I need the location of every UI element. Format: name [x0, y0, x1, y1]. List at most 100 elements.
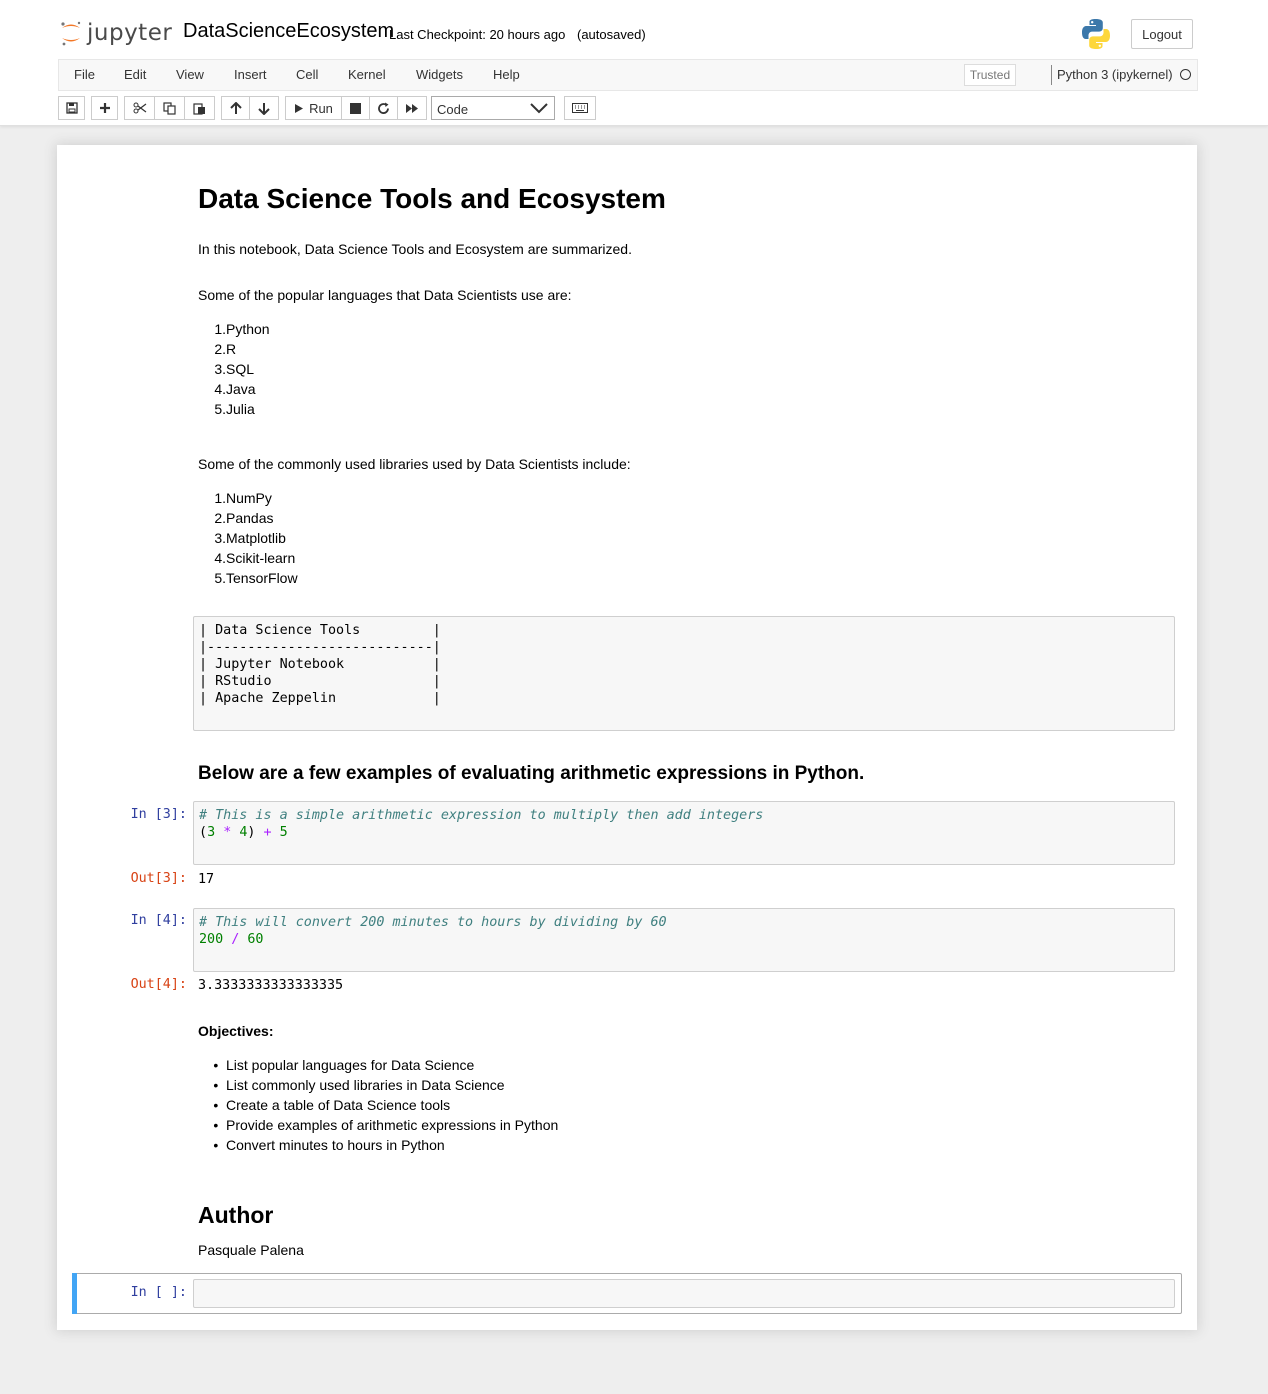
jupyter-logo-icon: [61, 21, 81, 46]
libraries-list: 1. NumPy 2. Pandas 3. Matplotlib 4. Scik…: [198, 488, 298, 588]
arith-heading: Below are a few examples of evaluating a…: [198, 763, 865, 784]
insert-cell-button[interactable]: [91, 96, 118, 120]
languages-list: 1. Python 2. R 3. SQL 4. Java 5. Julia: [198, 319, 270, 419]
copy-button[interactable]: [154, 96, 185, 120]
code-comment: # This is a simple arithmetic expression…: [199, 808, 764, 823]
markdown-cell-title[interactable]: Data Science Tools and Ecosystem: [198, 183, 666, 215]
notebook-container: Data Science Tools and Ecosystem In this…: [57, 145, 1197, 1330]
list-item: 4. Scikit-learn: [214, 550, 296, 566]
list-item: • Create a table of Data Science tools: [213, 1097, 451, 1113]
output-prompt: Out[4]:: [130, 977, 187, 992]
menu-insert[interactable]: Insert: [234, 67, 267, 82]
paste-button[interactable]: [184, 96, 215, 120]
autosave-status: (autosaved): [577, 27, 646, 42]
list-item: 2. R: [214, 341, 237, 357]
menu-file[interactable]: File: [74, 67, 95, 82]
plus-icon: [99, 103, 110, 113]
list-item: • Provide examples of arithmetic express…: [213, 1117, 559, 1133]
languages-intro: Some of the popular languages that Data …: [198, 287, 572, 303]
intro-text: In this notebook, Data Science Tools and…: [198, 241, 632, 257]
save-button[interactable]: [58, 96, 85, 120]
menu-bar: File Edit View Insert Cell Kernel Widget…: [58, 59, 1198, 91]
stop-icon: [350, 102, 361, 114]
command-palette-button[interactable]: [564, 96, 596, 120]
markdown-cell-author[interactable]: Author: [198, 1202, 273, 1229]
table-line: | Data Science Tools |: [199, 623, 441, 638]
move-down-button[interactable]: [249, 96, 279, 120]
author-heading: Author: [198, 1202, 274, 1228]
libraries-intro: Some of the commonly used libraries used…: [198, 456, 631, 472]
kernel-name[interactable]: Python 3 (ipykernel): [1057, 67, 1173, 82]
checkpoint-status: Last Checkpoint: 20 hours ago: [389, 27, 566, 42]
code-cell-input[interactable]: # This will convert 200 minutes to hours…: [193, 908, 1175, 972]
list-item: • Convert minutes to hours in Python: [213, 1137, 445, 1153]
keyboard-icon: [572, 103, 588, 113]
list-item: • List popular languages for Data Scienc…: [213, 1057, 475, 1073]
menu-edit[interactable]: Edit: [124, 67, 146, 82]
kernel-divider: [1051, 65, 1052, 85]
kernel-idle-icon: [1180, 69, 1191, 80]
code-cell-input[interactable]: # This is a simple arithmetic expression…: [193, 801, 1175, 865]
move-up-button[interactable]: [221, 96, 250, 120]
list-item: 3. SQL: [214, 361, 255, 377]
python-logo-icon: [1082, 19, 1110, 49]
code-comment: # This will convert 200 minutes to hours…: [199, 915, 667, 930]
jupyter-logo[interactable]: jupyter: [60, 17, 172, 49]
list-item: 2. Pandas: [214, 510, 274, 526]
cell-output: 3.3333333333333335: [198, 978, 344, 993]
code-expression: (3 * 4) + 5: [199, 825, 288, 840]
fast-forward-icon: [406, 103, 418, 113]
empty-code-input[interactable]: [193, 1279, 1175, 1308]
menu-kernel[interactable]: Kernel: [348, 67, 386, 82]
list-item: 1. Python: [214, 321, 270, 337]
menu-view[interactable]: View: [176, 67, 204, 82]
input-prompt: In [4]:: [130, 913, 187, 928]
table-line: | Jupyter Notebook |: [199, 657, 441, 672]
list-item: 5. TensorFlow: [214, 570, 298, 586]
input-prompt: In [ ]:: [130, 1285, 187, 1300]
restart-run-all-button[interactable]: [397, 96, 427, 120]
interrupt-button[interactable]: [341, 96, 370, 120]
markdown-cell-arith[interactable]: Below are a few examples of evaluating a…: [198, 763, 864, 785]
cell-type-value: Code: [437, 102, 469, 117]
copy-icon: [163, 101, 176, 115]
page-title: Data Science Tools and Ecosystem: [198, 183, 666, 214]
arrow-up-icon: [229, 101, 242, 114]
chevron-down-icon: [530, 103, 548, 114]
list-item: 5. Julia: [214, 401, 255, 417]
scissors-icon: [133, 102, 146, 114]
logout-button[interactable]: Logout: [1131, 19, 1193, 49]
table-line: | RStudio |: [199, 674, 441, 689]
arrow-down-icon: [258, 102, 270, 115]
output-prompt: Out[3]:: [130, 871, 187, 886]
paste-icon: [193, 102, 205, 115]
run-label: Run: [309, 100, 333, 116]
cell-output: 17: [198, 872, 215, 887]
restart-icon: [378, 102, 389, 114]
menu-widgets[interactable]: Widgets: [416, 67, 463, 82]
list-item: 3. Matplotlib: [214, 530, 286, 546]
play-icon: [295, 103, 304, 113]
notebook-name[interactable]: DataScienceEcosystem: [183, 20, 394, 43]
list-item: 1. NumPy: [214, 490, 272, 506]
cell-type-select[interactable]: Code: [431, 96, 555, 120]
list-item: • List commonly used libraries in Data S…: [213, 1077, 505, 1093]
restart-button[interactable]: [369, 96, 398, 120]
cut-button[interactable]: [124, 96, 155, 120]
table-line: | Apache Zeppelin |: [199, 691, 441, 706]
menu-cell[interactable]: Cell: [296, 67, 318, 82]
save-icon: [65, 102, 78, 114]
list-item: 4. Java: [214, 381, 256, 397]
run-button[interactable]: Run: [285, 96, 342, 120]
selection-indicator: [72, 1273, 77, 1314]
author-name: Pasquale Palena: [198, 1242, 304, 1258]
objectives-list: • List popular languages for Data Scienc…: [198, 1055, 558, 1155]
input-prompt: In [3]:: [130, 807, 187, 822]
jupyter-wordmark: jupyter: [87, 20, 173, 46]
notebook-header: jupyter DataScienceEcosystem Last Checkp…: [0, 0, 1268, 126]
objectives-heading: Objectives:: [198, 1023, 274, 1039]
menu-help[interactable]: Help: [493, 67, 520, 82]
trusted-indicator[interactable]: Trusted: [964, 64, 1016, 86]
tools-table-block[interactable]: | Data Science Tools | |----------------…: [193, 616, 1175, 731]
table-line: |----------------------------|: [199, 640, 441, 655]
